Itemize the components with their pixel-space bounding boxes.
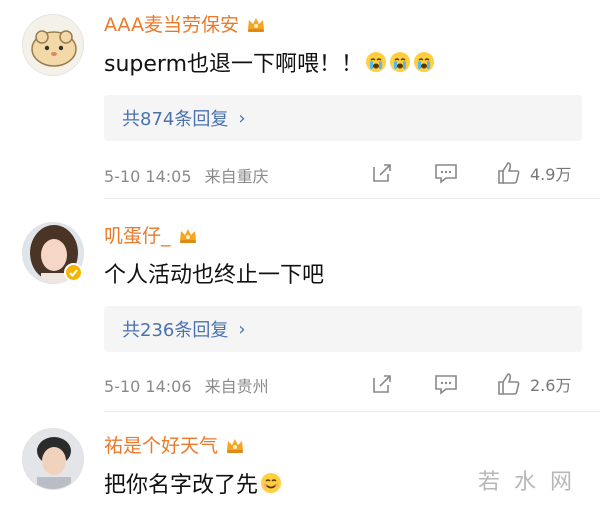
view-replies-button[interactable]: 共236条回复 ›: [104, 306, 582, 352]
thumbs-up-icon: [498, 162, 520, 184]
like-count: 2.6万: [530, 376, 572, 395]
like-button[interactable]: 2.6万: [496, 369, 571, 399]
crown-badge-icon: [227, 438, 244, 453]
divider: [104, 411, 600, 412]
thumbs-up-icon: [498, 373, 520, 395]
chevron-right-icon: ›: [238, 318, 246, 340]
comment-text: superm也退一下啊喂！！: [104, 46, 435, 78]
crying-face-icon: [366, 52, 386, 72]
share-icon: [373, 375, 391, 393]
avatar[interactable]: [22, 14, 84, 76]
user-photo-avatar-icon: [23, 429, 83, 489]
share-button[interactable]: [370, 158, 394, 188]
location: 来自重庆: [204, 167, 269, 186]
smiling-face-icon: [261, 473, 282, 493]
avatar[interactable]: [22, 428, 84, 490]
watermark: 若水网: [477, 470, 586, 495]
like-button[interactable]: 4.9万: [496, 158, 571, 188]
comment-actions: 4.9万: [360, 158, 600, 188]
comment-meta: 5-10 14:05 来自重庆: [104, 163, 269, 187]
crown-badge-icon: [179, 228, 196, 243]
timestamp: 5-10 14:05: [104, 167, 192, 186]
share-button[interactable]: [370, 369, 394, 399]
comment-actions: 2.6万: [360, 369, 600, 399]
username[interactable]: 祐是个好天气: [104, 431, 246, 458]
divider: [104, 198, 600, 199]
chevron-right-icon: ›: [238, 107, 246, 129]
crying-face-icon: [390, 52, 410, 72]
verified-badge-icon: [64, 263, 83, 282]
username[interactable]: AAA麦当劳保安: [104, 10, 267, 37]
view-replies-button[interactable]: 共874条回复 ›: [104, 95, 582, 141]
comment-text: 个人活动也终止一下吧: [104, 263, 325, 288]
comment-text: 把你名字改了先: [104, 467, 282, 499]
username[interactable]: 叽蛋仔_: [104, 221, 199, 248]
reply-button[interactable]: [433, 369, 459, 399]
like-count: 4.9万: [530, 165, 572, 184]
cartoon-avatar-icon: [23, 15, 83, 75]
comment-icon: [435, 375, 457, 395]
timestamp: 5-10 14:06: [104, 377, 192, 396]
crying-face-icon: [414, 52, 434, 72]
crown-badge-icon: [248, 17, 265, 32]
share-icon: [373, 164, 391, 182]
comment-meta: 5-10 14:06 来自贵州: [104, 373, 269, 397]
reply-button[interactable]: [433, 158, 459, 188]
comment-icon: [435, 164, 457, 184]
location: 来自贵州: [204, 377, 269, 396]
